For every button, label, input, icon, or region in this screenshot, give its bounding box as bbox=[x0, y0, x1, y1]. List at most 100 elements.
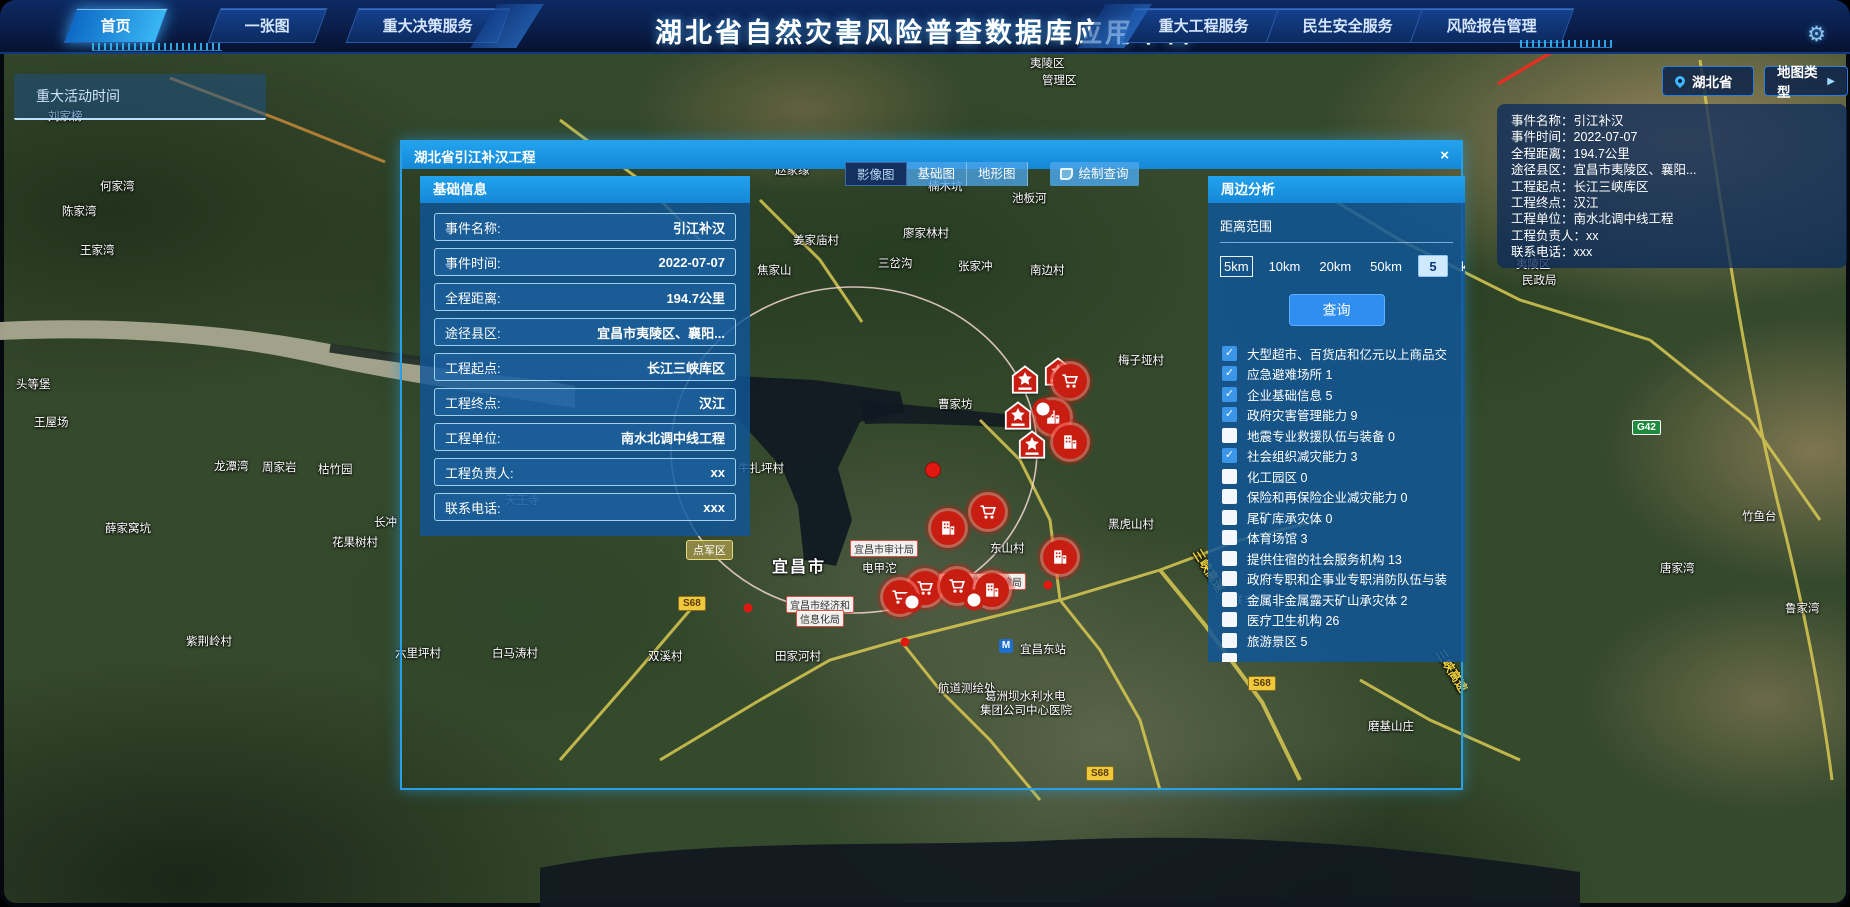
map-type-button[interactable]: 地图类型 ▶ bbox=[1764, 66, 1848, 96]
draw-query-button[interactable]: 绘制查询 bbox=[1050, 162, 1139, 186]
field-label: 联系电话: bbox=[445, 498, 501, 517]
close-icon[interactable]: × bbox=[1440, 147, 1449, 164]
distance-option-20km[interactable]: 20km bbox=[1316, 257, 1354, 276]
category-row[interactable]: ✓ 社会组织减灾能力 3 bbox=[1220, 446, 1453, 467]
layer-button-基础图[interactable]: 基础图 bbox=[907, 162, 968, 186]
nav-tab-label: 首页 bbox=[101, 9, 131, 44]
field-value: 南水北调中线工程 bbox=[621, 428, 725, 447]
gear-icon[interactable]: ⚙ bbox=[1807, 22, 1826, 47]
field-value: 长江三峡库区 bbox=[647, 358, 725, 377]
analysis-body: 距离范围 5km10km20km50kmkm 查询 ✓大型超市、百货店和亿元以上… bbox=[1208, 203, 1465, 662]
nav-tab-民生安全服务[interactable]: 民生安全服务 bbox=[1266, 8, 1431, 43]
distance-options-row: 5km10km20km50kmkm bbox=[1220, 255, 1453, 277]
distance-option-50km[interactable]: 50km bbox=[1367, 257, 1405, 276]
field-value: xxx bbox=[703, 500, 725, 515]
layer-button-影像图[interactable]: 影像图 bbox=[845, 162, 907, 186]
category-label: 政府灾害管理能力 9 bbox=[1247, 405, 1453, 424]
field-value: xx bbox=[711, 465, 725, 480]
decor-eq-left bbox=[92, 43, 222, 51]
category-row[interactable]: 旅游景区 5 bbox=[1220, 630, 1453, 651]
field-label: 工程单位: bbox=[445, 428, 501, 447]
category-label: 地震专业救援队伍与装备 0 bbox=[1247, 426, 1453, 445]
checkbox-icon[interactable] bbox=[1222, 551, 1237, 566]
category-row[interactable]: ✓大型超市、百货店和亿元以上商品交 bbox=[1220, 343, 1453, 364]
layer-button-地形图[interactable]: 地形图 bbox=[967, 162, 1028, 186]
nav-tab-一张图[interactable]: 一张图 bbox=[208, 8, 328, 43]
location-pin-icon bbox=[1673, 74, 1687, 88]
layer-switcher: 影像图基础图地形图 绘制查询 bbox=[845, 162, 1139, 186]
category-label: 旅游景区 5 bbox=[1247, 631, 1453, 650]
field-value: 194.7公里 bbox=[666, 288, 725, 307]
nav-tab-风险报告管理[interactable]: 风险报告管理 bbox=[1410, 8, 1575, 43]
modal-title: 湖北省引江补汉工程 bbox=[414, 146, 536, 166]
info-field-row: 工程起点:长江三峡库区 bbox=[434, 353, 736, 381]
checkbox-checked-icon[interactable]: ✓ bbox=[1222, 407, 1237, 422]
basic-info-header: 基础信息 bbox=[420, 176, 750, 203]
range-divider bbox=[1220, 242, 1453, 243]
info-field-row: 工程单位: 南水北调中线工程 bbox=[434, 423, 736, 451]
category-label: 化工园区 0 bbox=[1247, 467, 1453, 486]
field-label: 事件时间: bbox=[445, 253, 501, 272]
nav-tab-label: 民生安全服务 bbox=[1303, 9, 1393, 44]
category-row[interactable]: 金属非金属露天矿山承灾体 2 bbox=[1220, 589, 1453, 610]
checkbox-icon[interactable] bbox=[1222, 633, 1237, 648]
analysis-panel: 周边分析 距离范围 5km10km20km50kmkm 查询 ✓大型超市、百货店… bbox=[1208, 176, 1465, 662]
category-row[interactable]: 地震专业救援队伍与装备 0 bbox=[1220, 425, 1453, 446]
region-button[interactable]: 湖北省 bbox=[1662, 66, 1754, 96]
checkbox-icon[interactable] bbox=[1222, 612, 1237, 627]
checkbox-checked-icon[interactable]: ✓ bbox=[1222, 346, 1237, 361]
checkbox-icon[interactable] bbox=[1222, 489, 1237, 504]
query-button[interactable]: 查询 bbox=[1289, 294, 1385, 326]
field-label: 工程终点: bbox=[445, 393, 501, 412]
checkbox-icon[interactable] bbox=[1222, 469, 1237, 484]
category-row[interactable]: 提供住宿的社会服务机构 13 bbox=[1220, 548, 1453, 569]
field-value: 汉江 bbox=[699, 393, 725, 412]
range-label: 距离范围 bbox=[1220, 216, 1453, 235]
category-row[interactable]: 尾矿库承灾体 0 bbox=[1220, 507, 1453, 528]
info-field-row: 全程距离:194.7公里 bbox=[434, 283, 736, 311]
category-row[interactable]: 体育场馆 3 bbox=[1220, 528, 1453, 549]
distance-option-10km[interactable]: 10km bbox=[1266, 257, 1304, 276]
category-row[interactable]: 政府专职和企事业专职消防队伍与装 bbox=[1220, 569, 1453, 590]
triangle-right-icon: ▶ bbox=[1827, 76, 1835, 87]
summary-line: 全程距离：194.7公里 bbox=[1511, 146, 1833, 162]
draw-query-label: 绘制查询 bbox=[1079, 162, 1129, 186]
category-row[interactable] bbox=[1220, 651, 1453, 663]
basic-info-panel: 基础信息 事件名称:引江补汉事件时间:2022-07-07全程距离:194.7公… bbox=[420, 176, 750, 536]
info-field-row: 途径县区:宜昌市夷陵区、襄阳... bbox=[434, 318, 736, 346]
summary-line: 事件名称：引江补汉 bbox=[1511, 113, 1833, 129]
checkbox-icon[interactable] bbox=[1222, 530, 1237, 545]
info-field-row: 工程终点: 汉江 bbox=[434, 388, 736, 416]
nav-tab-重大工程服务[interactable]: 重大工程服务 bbox=[1122, 8, 1287, 43]
nav-tab-label: 重大决策服务 bbox=[383, 9, 473, 44]
nav-tab-首页[interactable]: 首页 bbox=[64, 8, 169, 43]
category-row[interactable]: ✓ 应急避难场所 1 bbox=[1220, 364, 1453, 385]
checkbox-icon[interactable] bbox=[1222, 653, 1237, 662]
nav-tab-label: 重大工程服务 bbox=[1159, 9, 1249, 44]
checkbox-icon[interactable] bbox=[1222, 571, 1237, 586]
category-row[interactable]: ✓企业基础信息 5 bbox=[1220, 384, 1453, 405]
category-label: 金属非金属露天矿山承灾体 2 bbox=[1247, 590, 1453, 609]
category-label: 医疗卫生机构 26 bbox=[1247, 610, 1453, 629]
summary-line: 工程单位：南水北调中线工程 bbox=[1511, 211, 1833, 227]
event-summary-panel: 事件名称：引江补汉事件时间：2022-07-07全程距离：194.7公里途径县区… bbox=[1497, 104, 1847, 268]
category-label: 社会组织减灾能力 3 bbox=[1247, 446, 1453, 465]
category-row[interactable]: 保险和再保险企业减灾能力 0 bbox=[1220, 487, 1453, 508]
checkbox-checked-icon[interactable]: ✓ bbox=[1222, 366, 1237, 381]
checkbox-icon[interactable] bbox=[1222, 510, 1237, 525]
checkbox-checked-icon[interactable]: ✓ bbox=[1222, 387, 1237, 402]
distance-input[interactable] bbox=[1418, 255, 1448, 277]
category-label: 应急避难场所 1 bbox=[1247, 364, 1453, 383]
info-field-row: 事件时间:2022-07-07 bbox=[434, 248, 736, 276]
distance-option-5km[interactable]: 5km bbox=[1220, 256, 1253, 277]
top-navigation-bar: 湖北省自然灾害风险普查数据库应用平台 首页一张图重大决策服务 重大工程服务民生安… bbox=[0, 0, 1850, 54]
checkbox-icon[interactable] bbox=[1222, 428, 1237, 443]
checkbox-checked-icon[interactable]: ✓ bbox=[1222, 448, 1237, 463]
category-row[interactable]: ✓ 政府灾害管理能力 9 bbox=[1220, 405, 1453, 426]
checkbox-icon[interactable] bbox=[1222, 592, 1237, 607]
field-label: 途径县区: bbox=[445, 323, 501, 342]
category-label: 体育场馆 3 bbox=[1247, 528, 1453, 547]
category-row[interactable]: 医疗卫生机构 26 bbox=[1220, 610, 1453, 631]
category-row[interactable]: 化工园区 0 bbox=[1220, 466, 1453, 487]
event-time-box[interactable]: 重大活动时间 bbox=[14, 74, 266, 120]
